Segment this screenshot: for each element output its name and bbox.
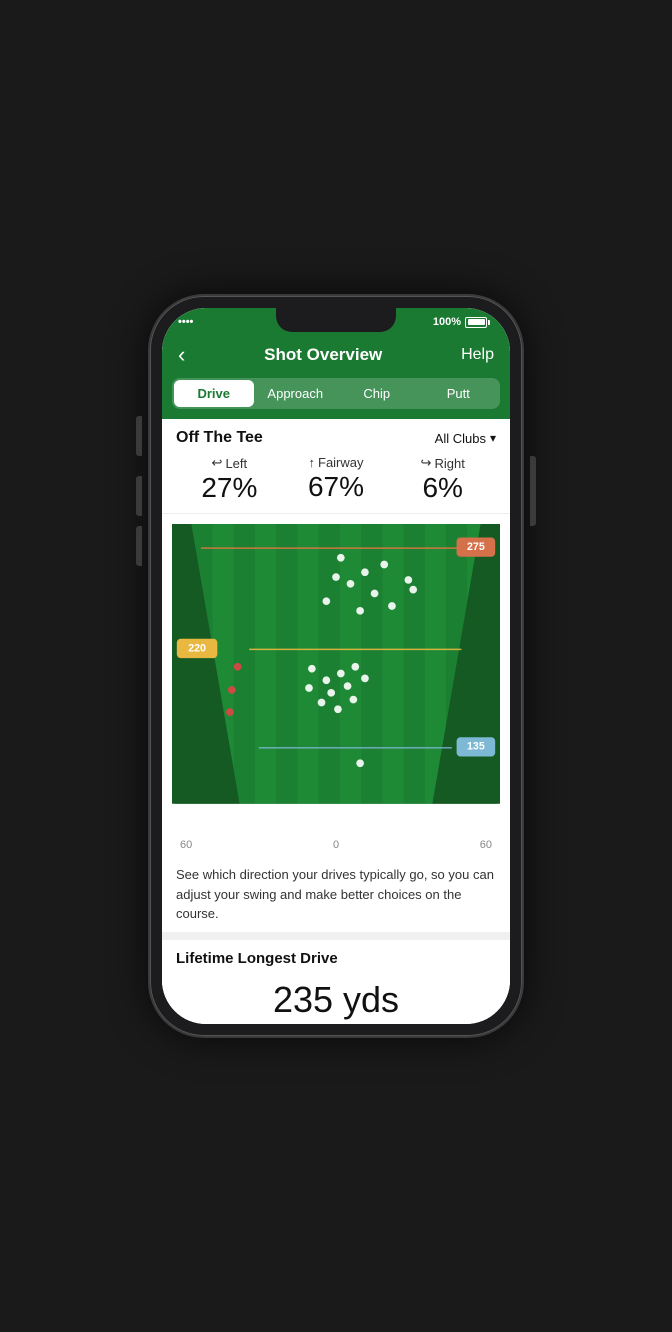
tab-approach[interactable]: Approach [256,380,336,407]
main-content: Off The Tee All Clubs ▾ ↩ Left 27% [162,419,510,1024]
right-arrow-icon: ↪ [421,455,432,471]
description-text: See which direction your drives typicall… [162,855,510,940]
tabs-container: Drive Approach Chip Putt [162,378,510,419]
clubs-selector[interactable]: All Clubs ▾ [435,431,496,446]
back-button[interactable]: ‹ [178,342,185,368]
stats-row: ↩ Left 27% ↑ Fairway 67% [176,455,496,505]
off-tee-header: Off The Tee All Clubs ▾ [176,429,496,447]
axis-label-right: 60 [480,839,492,851]
signal-indicator: •••• [178,316,193,328]
screen: •••• 100% ‹ Shot Overview Help Drive [162,308,510,1024]
lifetime-value: 235 yds [176,971,496,1024]
stat-fairway-value: 67% [283,470,390,504]
svg-text:135: 135 [467,740,485,752]
battery-indicator: 100% [433,316,490,328]
stat-fairway: ↑ Fairway 67% [283,455,390,504]
up-arrow-icon: ↑ [309,455,316,470]
axis-label-center: 0 [333,839,339,851]
axis-labels: 60 0 60 [172,839,500,851]
tab-putt[interactable]: Putt [419,380,499,407]
stat-right-value: 6% [389,471,496,505]
tab-drive[interactable]: Drive [174,380,254,407]
stat-left: ↩ Left 27% [176,455,283,505]
svg-text:275: 275 [467,541,485,553]
off-tee-title: Off The Tee [176,429,263,447]
stat-right: ↪ Right 6% [389,455,496,505]
chevron-down-icon: ▾ [490,431,496,445]
header: ‹ Shot Overview Help [162,336,510,378]
help-button[interactable]: Help [461,346,494,364]
page-title: Shot Overview [264,345,382,365]
fairway-chart: 275 220 135 [162,514,510,856]
off-tee-section: Off The Tee All Clubs ▾ ↩ Left 27% [162,419,510,514]
svg-text:220: 220 [188,642,206,654]
stat-right-label: ↪ Right [389,455,496,471]
battery-percentage: 100% [433,316,461,328]
stat-left-value: 27% [176,471,283,505]
chart-svg: 275 220 135 [172,524,500,833]
lifetime-title: Lifetime Longest Drive [176,950,496,967]
phone-frame: •••• 100% ‹ Shot Overview Help Drive [150,296,522,1036]
stat-left-label: ↩ Left [176,455,283,471]
tab-bar: Drive Approach Chip Putt [172,378,500,409]
notch [276,308,396,332]
tab-chip[interactable]: Chip [337,380,417,407]
battery-icon [465,317,490,328]
clubs-label: All Clubs [435,431,486,446]
stat-fairway-label: ↑ Fairway [283,455,390,470]
left-arrow-icon: ↩ [212,455,223,471]
lifetime-section: Lifetime Longest Drive 235 yds [162,940,510,1024]
axis-label-left: 60 [180,839,192,851]
phone-screen: •••• 100% ‹ Shot Overview Help Drive [162,308,510,1024]
